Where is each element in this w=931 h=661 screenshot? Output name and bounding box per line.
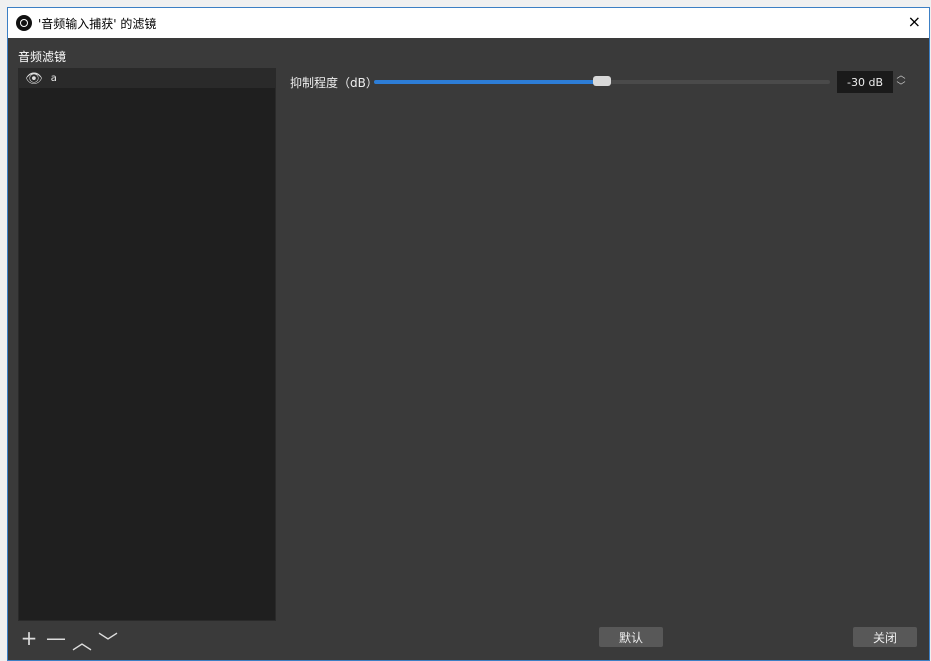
filters-window: '音频输入捕获' 的滤镜 × 音频滤镜 👁 a + — ︿ ﹀ 抑制程度（dB）… (7, 7, 930, 661)
audio-filters-label: 音频滤镜 (18, 50, 67, 64)
suppression-label: 抑制程度（dB） (290, 76, 378, 90)
remove-filter-button[interactable]: — (46, 626, 66, 655)
spin-up-icon[interactable]: ︿ (893, 71, 909, 82)
filter-item[interactable]: 👁 a (19, 69, 275, 88)
slider-thumb[interactable] (593, 76, 611, 86)
suppression-spinbox[interactable]: -30 dB (837, 71, 893, 93)
suppression-slider[interactable] (374, 76, 830, 86)
close-icon[interactable]: × (908, 12, 921, 31)
close-button[interactable]: 关闭 (853, 627, 917, 647)
obs-logo-icon (16, 15, 32, 31)
eye-icon[interactable]: 👁 (25, 71, 43, 87)
move-down-button[interactable]: ﹀ (98, 626, 118, 655)
slider-fill (374, 80, 602, 84)
filter-list[interactable]: 👁 a (18, 68, 276, 621)
spin-down-icon[interactable]: ﹀ (893, 82, 909, 93)
add-filter-button[interactable]: + (20, 626, 38, 655)
filter-name: a (50, 73, 57, 84)
window-title: '音频输入捕获' 的滤镜 (38, 16, 157, 31)
title-bar: '音频输入捕获' 的滤镜 × (8, 8, 929, 38)
move-up-button[interactable]: ︿ (72, 626, 92, 655)
defaults-button[interactable]: 默认 (599, 627, 663, 647)
